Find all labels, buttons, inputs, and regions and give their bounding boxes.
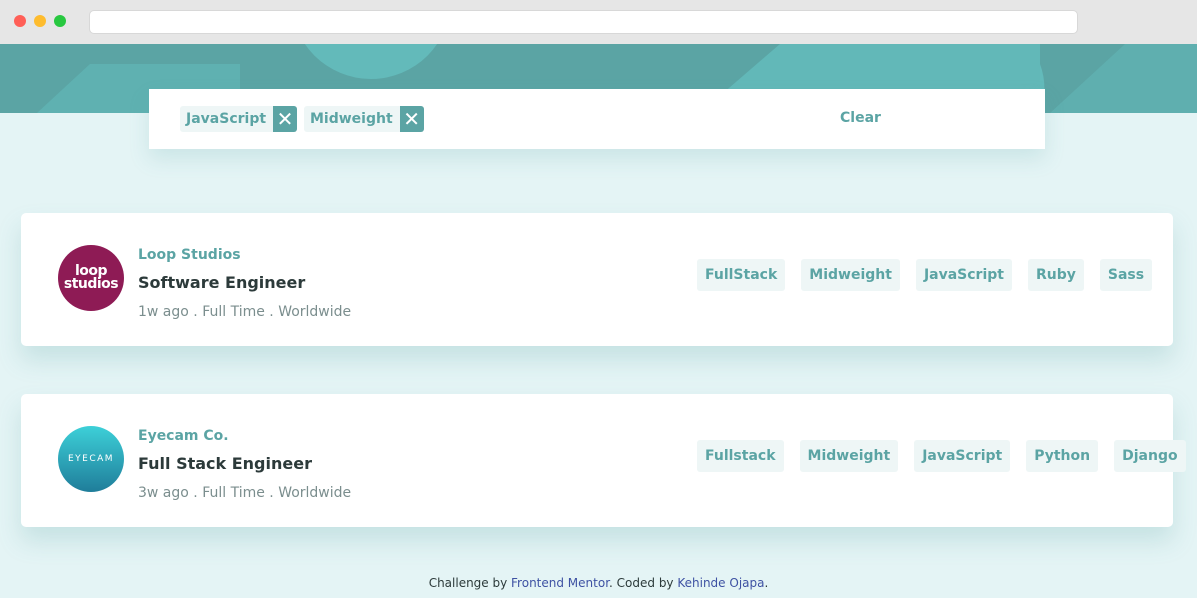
job-tag[interactable]: Django [1114,440,1186,472]
job-position[interactable]: Full Stack Engineer [138,454,312,473]
frontend-mentor-link[interactable]: Frontend Mentor [511,576,609,590]
browser-chrome [0,0,1197,44]
attribution-footer: Challenge by Frontend Mentor. Coded by K… [0,576,1197,590]
company-name: Eyecam Co. [138,428,229,444]
company-logo: loop studios [58,245,124,311]
author-link[interactable]: Kehinde Ojapa [677,576,764,590]
job-tag[interactable]: JavaScript [915,259,1012,291]
minimize-window-button[interactable] [34,15,46,27]
job-tag[interactable]: Python [1026,440,1099,472]
page: JavaScript ✕ Midweight ✕ Clear loop stud… [0,44,1197,598]
job-tags: Fullstack Midweight JavaScript Python Dj… [697,440,1186,472]
remove-filter-button[interactable]: ✕ [273,106,298,132]
company-logo-text: loop studios [63,263,119,292]
close-icon: ✕ [276,107,294,131]
remove-filter-button[interactable]: ✕ [399,106,424,132]
maximize-window-button[interactable] [54,15,66,27]
job-tags: FullStack Midweight JavaScript Ruby Sass [697,259,1153,291]
close-window-button[interactable] [14,15,26,27]
job-tag[interactable]: FullStack [697,259,786,291]
filter-chip-label: Midweight [304,106,400,132]
close-icon: ✕ [403,107,421,131]
job-meta: 3w ago . Full Time . Worldwide [138,485,352,501]
job-meta: 1w ago . Full Time . Worldwide [138,304,352,320]
company-logo: EYECAM [58,426,124,492]
footer-suffix: . [764,576,769,590]
footer-middle: . Coded by [609,576,678,590]
job-tag[interactable]: Midweight [801,259,900,291]
filter-bar: JavaScript ✕ Midweight ✕ Clear [149,89,1045,149]
filter-chip: Midweight ✕ [304,106,424,132]
clear-filters-button[interactable]: Clear [840,110,881,126]
footer-prefix: Challenge by [428,576,512,590]
filter-chip-label: JavaScript [180,106,274,132]
job-card: EYECAM Eyecam Co. Full Stack Engineer 3w… [21,394,1186,527]
filter-chip: JavaScript ✕ [180,106,298,132]
job-tag[interactable]: Sass [1099,259,1153,291]
job-tag[interactable]: Ruby [1027,259,1084,291]
company-logo-text: EYECAM [67,454,115,464]
job-position[interactable]: Software Engineer [138,273,305,292]
job-tag[interactable]: JavaScript [914,440,1011,472]
address-bar[interactable] [89,10,1078,34]
job-card: loop studios Loop Studios Software Engin… [21,213,1173,346]
job-tag[interactable]: Midweight [799,440,899,472]
job-tag[interactable]: Fullstack [697,440,784,472]
company-name: Loop Studios [138,247,241,263]
